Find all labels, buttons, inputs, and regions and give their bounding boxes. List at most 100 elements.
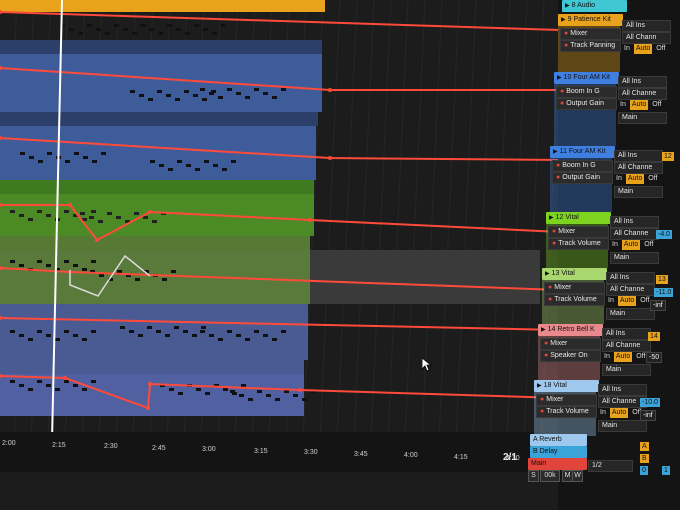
automation-breakpoint[interactable] — [63, 376, 67, 380]
midi-note — [135, 278, 140, 281]
midi-note — [91, 380, 96, 383]
midi-note — [38, 160, 43, 163]
midi-note — [245, 338, 250, 341]
midi-note — [129, 330, 134, 333]
arrangement-view[interactable] — [0, 0, 680, 510]
automation-breakpoint[interactable] — [328, 88, 332, 92]
midi-note — [116, 216, 121, 219]
midi-note — [92, 160, 97, 163]
automation-breakpoint[interactable] — [558, 328, 562, 332]
midi-note — [245, 96, 250, 99]
automation-breakpoint[interactable] — [308, 218, 312, 222]
automation-breakpoint[interactable] — [95, 238, 99, 242]
clip-lane[interactable] — [0, 304, 308, 318]
midi-note — [171, 270, 176, 273]
midi-note — [213, 164, 218, 167]
midi-note — [230, 390, 235, 393]
midi-note — [266, 394, 271, 397]
automation-breakpoint[interactable] — [558, 396, 562, 400]
midi-note — [194, 24, 199, 27]
midi-note — [120, 326, 125, 329]
timeline-ruler[interactable]: 2:00 2:15 2:30 2:45 3:00 3:15 3:30 3:45 4:00 4:15… — [0, 440, 530, 470]
midi-note — [10, 260, 15, 263]
automation-breakpoint[interactable] — [298, 388, 302, 392]
midi-note — [99, 274, 104, 277]
page-indicator: 2/1 — [503, 452, 517, 463]
midi-note — [82, 388, 87, 391]
midi-note — [177, 160, 182, 163]
midi-note — [107, 212, 112, 215]
automation-breakpoint[interactable] — [68, 203, 72, 207]
midi-note — [204, 160, 209, 163]
midi-note — [28, 338, 33, 341]
midi-note — [83, 156, 88, 159]
midi-note — [46, 384, 51, 387]
midi-note — [101, 152, 106, 155]
midi-note — [212, 32, 217, 35]
clip-lane[interactable] — [0, 40, 322, 54]
midi-note — [46, 214, 51, 217]
midi-note — [175, 98, 180, 101]
midi-note — [193, 94, 198, 97]
midi-note — [159, 164, 164, 167]
midi-note — [123, 28, 128, 31]
midi-note — [64, 210, 69, 213]
automation-breakpoint[interactable] — [558, 288, 562, 292]
midi-note — [132, 32, 137, 35]
clip-lane[interactable] — [0, 236, 310, 250]
midi-note — [150, 160, 155, 163]
midi-note — [117, 270, 122, 273]
automation-breakpoint[interactable] — [558, 28, 562, 32]
midi-note — [158, 32, 163, 35]
clip-lane[interactable] — [0, 112, 318, 126]
midi-note — [263, 334, 268, 337]
midi-note — [147, 326, 152, 329]
midi-note — [37, 210, 42, 213]
midi-note — [203, 28, 208, 31]
midi-note — [196, 388, 201, 391]
ruler-tick-label: 2:45 — [152, 444, 166, 452]
midi-note — [166, 94, 171, 97]
ruler-tick-label: 3:30 — [304, 449, 318, 456]
midi-note — [293, 394, 298, 397]
midi-note — [174, 326, 179, 329]
midi-note — [37, 330, 42, 333]
ruler-tick-label: 2:00 — [2, 440, 16, 447]
midi-note — [55, 338, 60, 341]
midi-note — [186, 164, 191, 167]
midi-note — [46, 264, 51, 267]
midi-note — [223, 388, 228, 391]
automation-breakpoint[interactable] — [148, 210, 152, 214]
ruler-tick-label: 4:15 — [454, 453, 468, 461]
clip-lane[interactable] — [0, 374, 304, 416]
automation-breakpoint[interactable] — [558, 158, 562, 162]
midi-note — [302, 398, 307, 401]
automation-breakpoint[interactable] — [558, 230, 562, 234]
automation-breakpoint[interactable] — [148, 382, 152, 386]
midi-note — [254, 88, 259, 91]
midi-note — [281, 88, 286, 91]
midi-note — [64, 260, 69, 263]
ruler-tick-label: 2:15 — [52, 441, 66, 449]
midi-note — [227, 330, 232, 333]
midi-note — [167, 24, 172, 27]
midi-note — [130, 90, 135, 93]
midi-note — [205, 392, 210, 395]
midi-note — [185, 32, 190, 35]
clip-lane[interactable] — [0, 54, 322, 112]
midi-note — [211, 90, 216, 93]
clip-lane[interactable] — [0, 180, 314, 194]
midi-note — [152, 220, 157, 223]
midi-note — [218, 96, 223, 99]
clip-lane[interactable] — [0, 0, 325, 12]
midi-note — [200, 330, 205, 333]
midi-note — [80, 212, 85, 215]
automation-breakpoint[interactable] — [146, 406, 150, 410]
midi-note — [64, 380, 69, 383]
midi-note — [47, 152, 52, 155]
automation-breakpoint[interactable] — [328, 156, 332, 160]
midi-note — [239, 394, 244, 397]
automation-breakpoint[interactable] — [558, 88, 562, 92]
midi-note — [19, 264, 24, 267]
clip-lane[interactable] — [0, 360, 304, 374]
